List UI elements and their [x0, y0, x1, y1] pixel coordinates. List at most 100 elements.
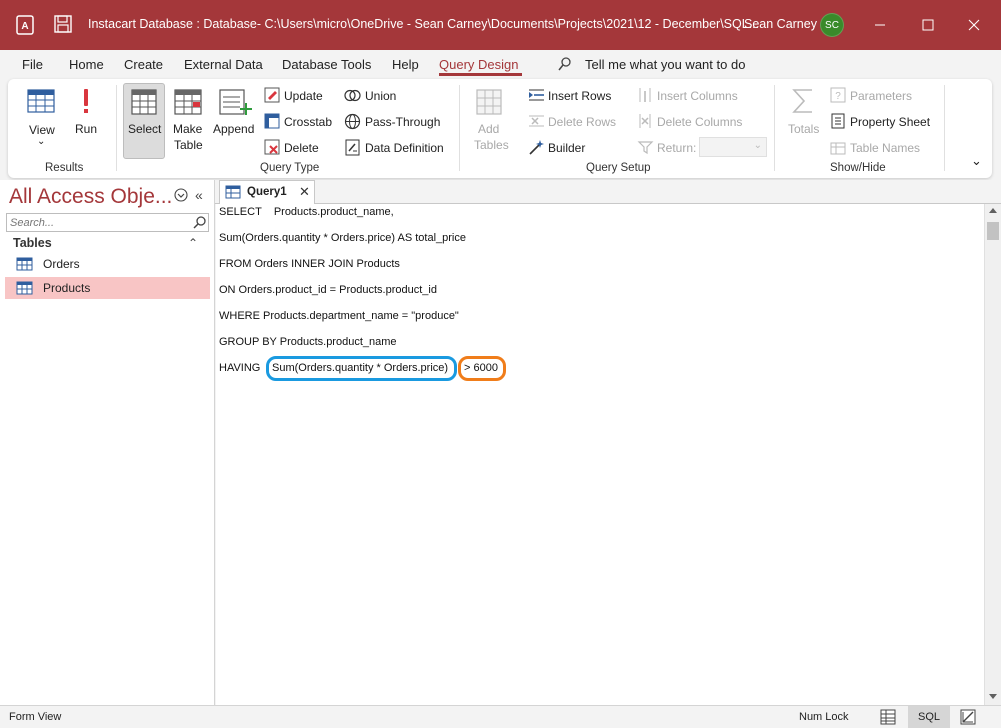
view-button[interactable]: View	[29, 123, 55, 137]
tab-database-tools[interactable]: Database Tools	[282, 57, 371, 72]
ribbon-separator	[944, 85, 945, 171]
make-table-label-1[interactable]: Make	[173, 122, 202, 136]
add-tables-label-2: Tables	[474, 138, 509, 152]
insert-rows-button[interactable]: Insert Rows	[548, 89, 611, 103]
chevron-down-icon: ⌄	[753, 140, 762, 151]
delete-button[interactable]: Delete	[284, 141, 319, 155]
scroll-thumb[interactable]	[987, 222, 999, 240]
sql-having-condition: > 6000	[464, 362, 498, 374]
chevron-up-icon[interactable]: ⌃	[188, 236, 198, 250]
update-icon[interactable]	[264, 87, 280, 103]
builder-wand-icon[interactable]	[528, 139, 545, 156]
append-label[interactable]: Append	[213, 122, 254, 136]
view-dropdown-icon[interactable]: ⌄	[37, 136, 45, 147]
tell-me-input[interactable]: Tell me what you want to do	[585, 57, 745, 72]
tab-file[interactable]: File	[22, 57, 43, 72]
datasheet-view-icon[interactable]	[880, 709, 896, 725]
tab-home[interactable]: Home	[69, 57, 104, 72]
property-sheet-icon[interactable]	[830, 113, 846, 129]
update-button[interactable]: Update	[284, 89, 323, 103]
maximize-icon[interactable]	[915, 12, 941, 38]
delete-rows-button: Delete Rows	[548, 115, 617, 129]
query-type-group-label: Query Type	[260, 162, 320, 174]
tab-help[interactable]: Help	[392, 57, 419, 72]
nav-item-label: Products	[43, 281, 91, 295]
scroll-up-icon[interactable]	[989, 208, 997, 213]
delete-columns-icon	[639, 114, 651, 128]
sql-view-button[interactable]: SQL	[908, 706, 950, 728]
totals-label: Totals	[788, 122, 820, 136]
access-app-icon: A	[16, 15, 34, 35]
builder-button[interactable]: Builder	[548, 141, 585, 155]
pass-through-button[interactable]: Pass-Through	[365, 115, 440, 129]
table-names-button: Table Names	[850, 141, 921, 155]
insert-rows-icon[interactable]	[528, 87, 545, 103]
select-query-icon[interactable]	[129, 87, 159, 117]
results-group-label: Results	[45, 162, 84, 174]
minimize-icon[interactable]	[867, 12, 893, 38]
append-icon[interactable]	[218, 87, 252, 119]
property-sheet-button[interactable]: Property Sheet	[850, 115, 930, 129]
status-num-lock: Num Lock	[799, 711, 849, 723]
sql-editor[interactable]: SELECT Products.product_name, Sum(Orders…	[216, 204, 984, 705]
show-hide-group-label: Show/Hide	[830, 162, 886, 174]
table-icon	[16, 257, 33, 271]
avatar[interactable]: SC	[820, 13, 844, 37]
status-bar: Form View Num Lock SQL	[0, 705, 1001, 728]
table-names-icon	[830, 142, 846, 155]
crosstab-icon[interactable]	[264, 113, 280, 129]
tab-query1[interactable]: Query1 ✕	[219, 180, 315, 205]
union-icon[interactable]	[344, 87, 361, 104]
nav-item-products[interactable]: Products	[5, 277, 210, 299]
design-view-icon[interactable]	[960, 709, 976, 725]
sql-line: WHERE Products.department_name = "produc…	[219, 310, 459, 322]
ribbon-separator	[774, 85, 775, 171]
make-table-label-2[interactable]: Table	[174, 138, 203, 152]
nav-item-label: Orders	[43, 257, 80, 271]
return-icon	[637, 141, 654, 155]
delete-rows-icon	[529, 115, 544, 127]
query-setup-group-label: Query Setup	[586, 162, 651, 174]
data-definition-button[interactable]: Data Definition	[365, 141, 444, 155]
close-icon[interactable]: ✕	[299, 184, 310, 200]
sql-having-keyword: HAVING	[219, 362, 261, 374]
view-icon[interactable]	[26, 86, 56, 116]
sql-line: GROUP BY Products.product_name	[219, 336, 397, 348]
select-label: Select	[128, 122, 162, 136]
vertical-scrollbar[interactable]	[984, 204, 1001, 705]
run-button[interactable]: Run	[75, 122, 97, 136]
ribbon-collapse-chevron-icon[interactable]: ⌄	[971, 153, 982, 169]
search-input[interactable]	[6, 213, 209, 232]
globe-icon[interactable]	[344, 113, 361, 130]
add-tables-icon	[476, 89, 502, 115]
tab-query-design[interactable]: Query Design	[439, 57, 518, 72]
delete-query-icon[interactable]	[264, 139, 280, 155]
search-icon[interactable]	[192, 215, 207, 230]
nav-section-tables[interactable]: Tables	[13, 236, 52, 250]
sql-line: FROM Orders INNER JOIN Products	[219, 258, 400, 270]
tab-create[interactable]: Create	[124, 57, 163, 72]
parameters-button: Parameters	[850, 89, 913, 103]
nav-item-orders[interactable]: Orders	[5, 253, 210, 275]
tab-label: Query1	[247, 186, 287, 198]
nav-collapse-icon[interactable]: «	[195, 187, 203, 203]
document-tabs: Query1 ✕	[215, 180, 1001, 205]
tab-external-data[interactable]: External Data	[184, 57, 263, 72]
crosstab-button[interactable]: Crosstab	[284, 115, 332, 129]
scroll-down-icon[interactable]	[989, 694, 997, 699]
nav-pane-title[interactable]: All Access Obje...	[9, 185, 172, 209]
save-icon[interactable]	[53, 14, 73, 34]
run-icon[interactable]	[78, 86, 94, 116]
lightbulb-search-icon	[558, 57, 571, 71]
ribbon-separator	[116, 85, 117, 171]
ribbon: View ⌄ Run Results Select Make Table App…	[8, 79, 992, 178]
sql-having-expression: Sum(Orders.quantity * Orders.price)	[272, 362, 449, 374]
close-icon[interactable]	[961, 12, 987, 38]
union-button[interactable]: Union	[365, 89, 396, 103]
svg-text:?: ?	[835, 91, 841, 102]
sql-line: Sum(Orders.quantity * Orders.price) AS t…	[219, 232, 466, 244]
user-name[interactable]: Sean Carney	[744, 17, 817, 31]
nav-dropdown-icon[interactable]	[174, 188, 188, 202]
data-definition-icon[interactable]	[344, 139, 361, 156]
make-table-icon[interactable]	[173, 87, 203, 117]
